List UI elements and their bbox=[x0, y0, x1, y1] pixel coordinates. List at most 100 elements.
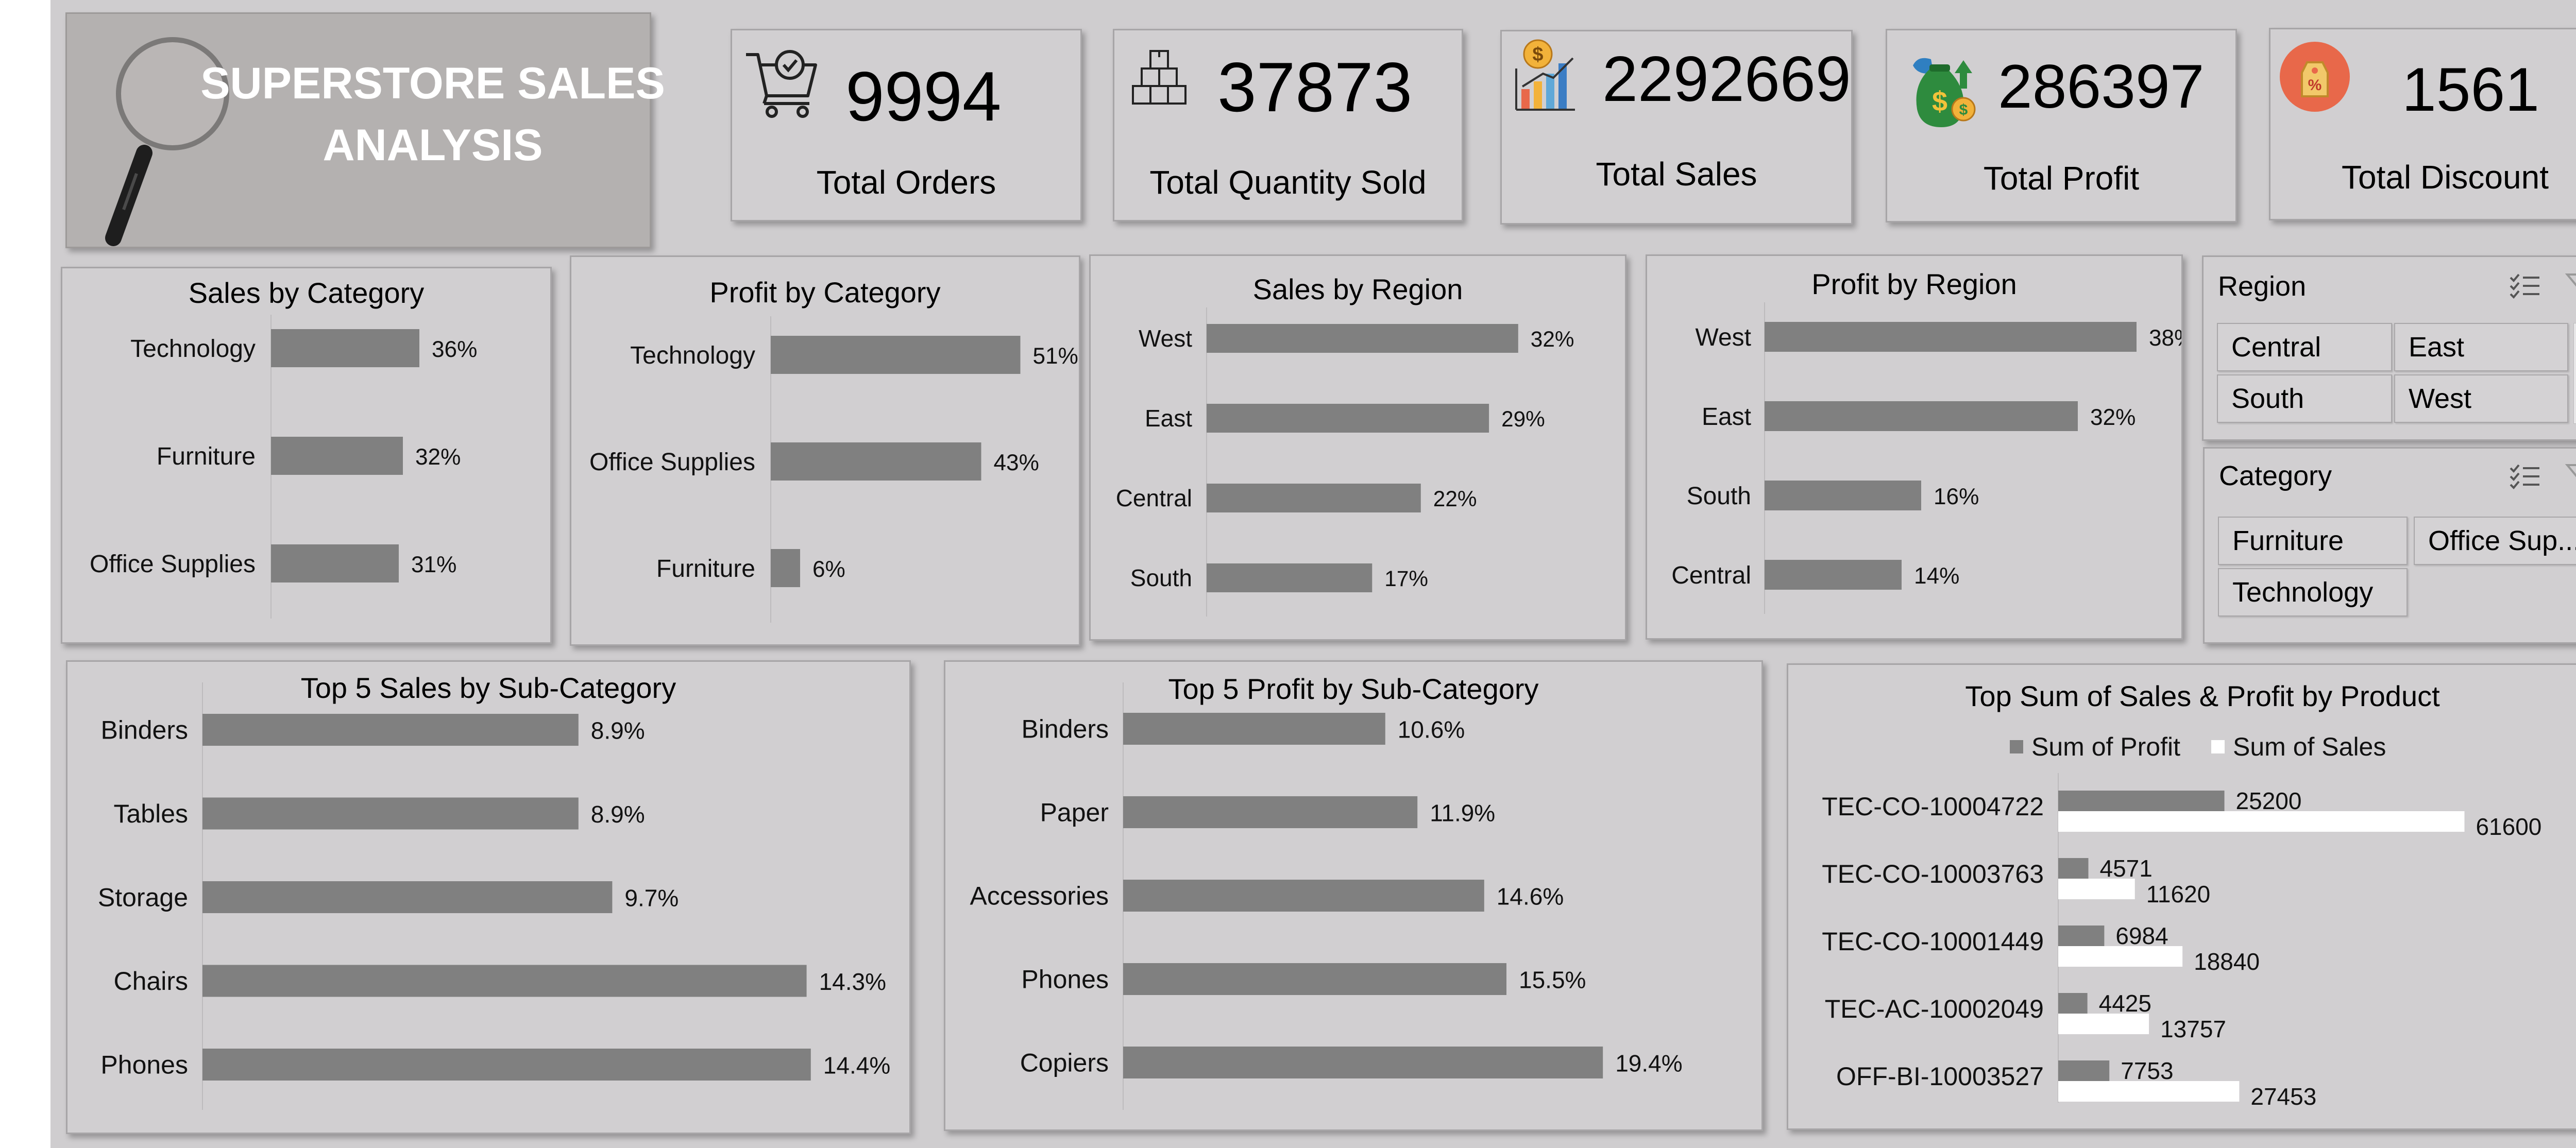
profit-bar bbox=[2058, 993, 2088, 1014]
profit-by-region-chart: West 38% East 32% South 16% Central 14% bbox=[1671, 302, 2181, 614]
category-label: Office Supplies bbox=[589, 449, 755, 476]
slicer-item-office-supplies[interactable]: Office Sup... bbox=[2414, 517, 2576, 565]
data-label: 27453 bbox=[2250, 1083, 2316, 1110]
dashboard-title: SUPERSTORE SALES ANALYSIS bbox=[200, 59, 665, 170]
category-label: Office Supplies bbox=[90, 551, 256, 578]
data-label: 43% bbox=[994, 450, 1039, 475]
bar bbox=[771, 549, 800, 587]
category-label: West bbox=[1696, 324, 1751, 351]
category-label: TEC-AC-10002049 bbox=[1825, 995, 2044, 1023]
chart-panel-top5-sales-subcategory: Top 5 Sales by Sub-Category Binders 8.9% T… bbox=[66, 660, 911, 1134]
data-label: 15.5% bbox=[1519, 967, 1586, 993]
svg-text:$: $ bbox=[1959, 101, 1968, 118]
slicer-item-furniture[interactable]: Furniture bbox=[2218, 517, 2408, 565]
sales-by-category-chart: Technology 36% Furniture 32% Office Supplies… bbox=[90, 315, 477, 619]
title-panel: SUPERSTORE SALES ANALYSIS bbox=[65, 12, 665, 248]
data-label: 19.4% bbox=[1615, 1050, 1682, 1077]
sales-by-region-chart: West 32% East 29% Central 22% South 17% bbox=[1116, 307, 1574, 616]
category-label: TEC-CO-10004722 bbox=[1822, 792, 2044, 821]
kpi-total-profit: $ $ 286397 Total Profit bbox=[1886, 29, 2237, 222]
clear-filter-icon[interactable] bbox=[2565, 272, 2576, 301]
bar bbox=[1765, 481, 1921, 510]
data-label: 8.9% bbox=[591, 801, 645, 828]
profit-bar bbox=[2058, 858, 2089, 879]
kpi-total-orders: 9994 Total Orders bbox=[731, 29, 1082, 221]
stacked-boxes-icon bbox=[1132, 50, 1187, 105]
top5-sales-subcategory-chart: Binders 8.9% Tables 8.9% Storage 9.7% Chairs 14… bbox=[98, 682, 890, 1110]
slicer-title: Category bbox=[2219, 460, 2332, 491]
category-label: Central bbox=[1116, 485, 1192, 511]
profit-bar bbox=[2058, 926, 2105, 946]
slicer-item-south[interactable]: South bbox=[2217, 374, 2392, 423]
multi-select-icon[interactable] bbox=[2509, 272, 2541, 301]
category-label: Binders bbox=[100, 716, 188, 745]
data-label: 14.3% bbox=[819, 968, 886, 995]
top-products-chart: TEC-CO-10004722 25200 61600 TEC-CO-10003763… bbox=[1822, 773, 2541, 1110]
kpi-label: Total Quantity Sold bbox=[1149, 164, 1427, 201]
data-label: 6984 bbox=[2115, 922, 2168, 949]
data-label: 14.4% bbox=[823, 1052, 890, 1079]
category-label: Paper bbox=[1040, 798, 1109, 827]
sales-bar bbox=[2058, 879, 2135, 899]
profit-bar bbox=[2058, 791, 2225, 811]
bar bbox=[1207, 404, 1489, 433]
slicer-item-central[interactable]: Central bbox=[2217, 323, 2392, 371]
data-label: 4571 bbox=[2100, 855, 2153, 882]
money-bag-icon: $ $ bbox=[1913, 58, 1976, 127]
category-label: Furniture bbox=[656, 555, 755, 582]
data-label: 18840 bbox=[2194, 948, 2260, 975]
bar bbox=[271, 437, 403, 475]
data-label: 16% bbox=[1934, 484, 1979, 509]
data-label: 25200 bbox=[2236, 787, 2302, 814]
category-label: OFF-BI-10003527 bbox=[1836, 1062, 2044, 1091]
data-label: 32% bbox=[1531, 327, 1574, 351]
category-label: East bbox=[1702, 403, 1751, 431]
data-label: 36% bbox=[432, 337, 477, 362]
data-label: 29% bbox=[1501, 407, 1545, 431]
category-label: Binders bbox=[1021, 715, 1109, 744]
bar bbox=[1207, 563, 1372, 592]
data-label: 61600 bbox=[2476, 813, 2541, 840]
sales-bar bbox=[2058, 811, 2465, 832]
slicer-item-technology[interactable]: Technology bbox=[2218, 568, 2408, 616]
svg-text:$: $ bbox=[1932, 86, 1947, 117]
multi-select-icon[interactable] bbox=[2509, 463, 2541, 492]
kpi-value: 9994 bbox=[845, 57, 1002, 135]
bar bbox=[771, 336, 1021, 374]
category-label: Tables bbox=[113, 799, 188, 828]
category-label: Accessories bbox=[970, 882, 1109, 911]
slicer-scrollbar[interactable] bbox=[2573, 323, 2576, 424]
data-label: 4425 bbox=[2099, 990, 2151, 1017]
bar bbox=[1123, 713, 1385, 745]
kpi-label: Total Discount bbox=[2342, 159, 2549, 196]
left-margin-band bbox=[0, 0, 50, 1148]
data-label: 17% bbox=[1384, 567, 1428, 591]
shopping-cart-icon bbox=[746, 50, 817, 118]
bar bbox=[1765, 560, 1902, 590]
sales-bar bbox=[2058, 946, 2183, 967]
clear-filter-icon[interactable] bbox=[2565, 463, 2576, 492]
bar bbox=[271, 544, 399, 582]
bar bbox=[1123, 1047, 1603, 1078]
kpi-total-sales: $ 2292669 Total Sales bbox=[1500, 30, 1853, 225]
kpi-total-quantity: 37873 Total Quantity Sold bbox=[1113, 29, 1463, 221]
kpi-label: Total Orders bbox=[816, 164, 996, 201]
category-label: West bbox=[1139, 325, 1192, 352]
bar bbox=[202, 714, 579, 746]
category-label: Chairs bbox=[114, 967, 188, 996]
slicer-item-east[interactable]: East bbox=[2394, 323, 2568, 371]
chart-panel-top-products: Top Sum of Sales & Profit by Product Sum… bbox=[1787, 663, 2576, 1130]
bar bbox=[771, 442, 981, 481]
sales-bar bbox=[2058, 1081, 2240, 1102]
svg-text:%: % bbox=[2308, 77, 2322, 94]
chart-panel-sales-by-region: Sales by Region West 32% East 29% Central 22%… bbox=[1089, 254, 1626, 641]
bar bbox=[202, 797, 579, 830]
profit-bar bbox=[2058, 1060, 2110, 1081]
slicer-item-west[interactable]: West bbox=[2394, 374, 2568, 423]
profit-by-category-chart: Technology 51% Office Supplies 43% Furniture… bbox=[589, 316, 1078, 623]
category-label: Central bbox=[1671, 562, 1751, 589]
top5-profit-subcategory-chart: Binders 10.6% Paper 11.9% Accessories 14.6% Ph… bbox=[970, 682, 1683, 1110]
category-label: Technology bbox=[630, 342, 755, 369]
category-label: South bbox=[1687, 483, 1751, 510]
category-label: Storage bbox=[98, 883, 188, 912]
